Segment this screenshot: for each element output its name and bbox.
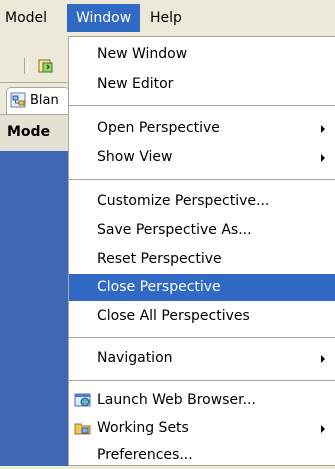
menu-item-label: Open Perspective (97, 120, 220, 136)
menu-item-label: Navigation (97, 350, 173, 366)
menu-item-navigation[interactable]: Navigation (69, 345, 335, 372)
submenu-arrow-icon (321, 125, 325, 133)
menu-item-working-sets[interactable]: Working Sets (69, 415, 335, 442)
menu-item-label: Launch Web Browser... (97, 392, 256, 408)
menu-item-customize-perspective[interactable]: Customize Perspective... (69, 188, 335, 215)
menu-item-label: Save Perspective As... (97, 222, 252, 238)
diagram-file-icon (9, 91, 27, 109)
menu-item-launch-web-browser[interactable]: Launch Web Browser... (69, 387, 335, 414)
menu-separator (69, 105, 335, 106)
menu-item-label: Working Sets (97, 420, 189, 436)
menu-separator (69, 380, 335, 381)
view-pane (0, 151, 68, 466)
new-wizard-icon[interactable] (37, 57, 55, 75)
menu-separator (69, 179, 335, 180)
menu-item-label: Close Perspective (97, 279, 221, 295)
menu-item-label: Customize Perspective... (97, 193, 270, 209)
menu-bar: Model Window Help (0, 0, 335, 36)
view-title: Mode (7, 124, 51, 140)
menu-item-label: New Editor (97, 76, 174, 92)
toolbar-separator (24, 58, 28, 74)
web-browser-icon (74, 391, 92, 409)
working-sets-icon (74, 419, 92, 437)
menu-model[interactable]: Model (0, 4, 55, 32)
menu-item-label: Reset Perspective (97, 251, 222, 267)
menu-item-close-all-perspectives[interactable]: Close All Perspectives (69, 303, 335, 330)
menu-item-close-perspective[interactable]: Close Perspective (69, 274, 335, 301)
editor-tab-label: Blan (30, 93, 59, 108)
submenu-arrow-icon (321, 154, 325, 162)
menu-item-label: Close All Perspectives (97, 308, 250, 324)
menu-item-show-view[interactable]: Show View (69, 144, 335, 171)
menu-item-reset-perspective[interactable]: Reset Perspective (69, 246, 335, 273)
submenu-arrow-icon (321, 355, 325, 363)
toolbar (0, 36, 68, 82)
menu-item-label: Preferences... (97, 447, 193, 463)
menu-help[interactable]: Help (142, 4, 190, 32)
menu-item-save-perspective-as[interactable]: Save Perspective As... (69, 217, 335, 244)
menu-item-new-editor[interactable]: New Editor (69, 71, 335, 98)
menu-item-open-perspective[interactable]: Open Perspective (69, 115, 335, 142)
menu-item-label: Show View (97, 149, 173, 165)
window-menu: New Window New Editor Open Perspective S… (68, 36, 335, 466)
menu-separator (69, 337, 335, 338)
submenu-arrow-icon (321, 425, 325, 433)
menu-item-preferences[interactable]: Preferences... (69, 442, 335, 469)
menu-item-label: New Window (97, 46, 188, 62)
menu-item-new-window[interactable]: New Window (69, 41, 335, 68)
menu-window[interactable]: Window (67, 4, 141, 32)
